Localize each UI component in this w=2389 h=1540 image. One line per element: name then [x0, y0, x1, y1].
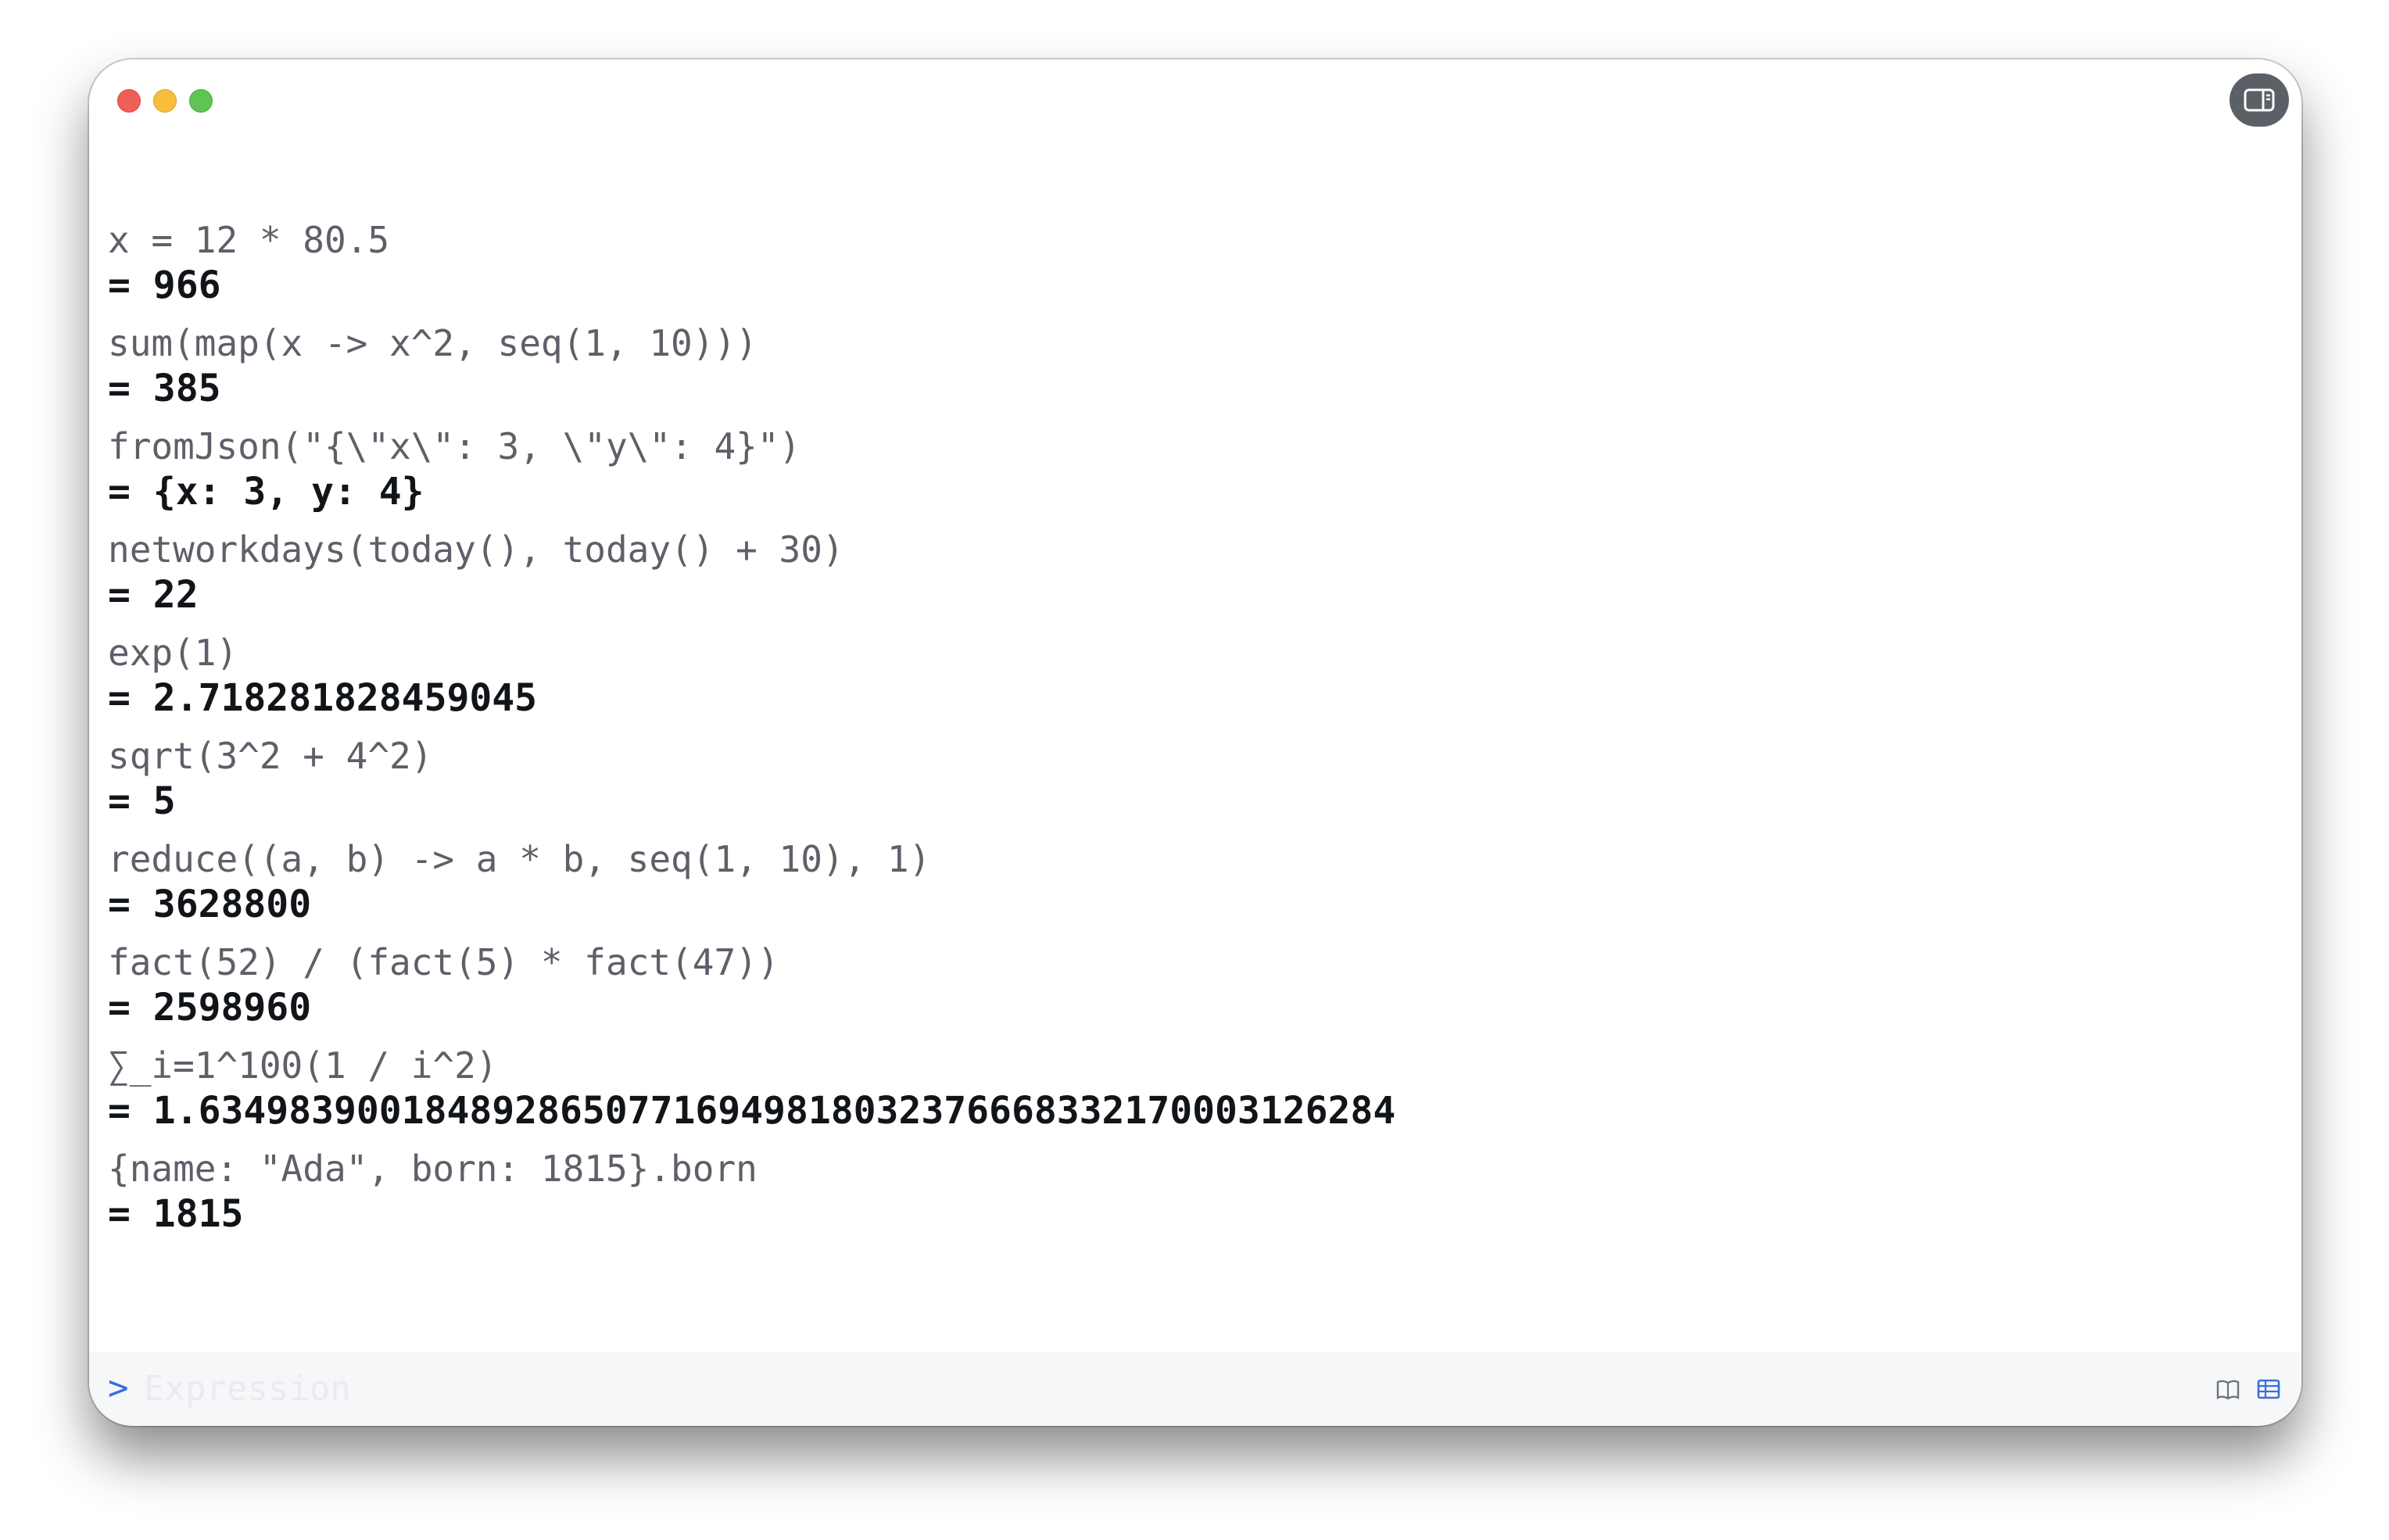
history-entry[interactable]: {name: "Ada", born: 1815}.born = 1815	[108, 1146, 2283, 1249]
expression-text: networkdays(today(), today() + 30)	[108, 528, 844, 571]
expression-text: exp(1)	[108, 632, 238, 674]
result-text: = 1.634983900184892865077169498180323766…	[108, 1089, 1396, 1133]
sidebar-icon	[2244, 88, 2275, 112]
zoom-button[interactable]	[189, 89, 213, 113]
expression-text: fact(52) / (fact(5) * fact(47))	[108, 941, 779, 983]
expression-text: {name: "Ada", born: 1815}.born	[108, 1148, 758, 1190]
title-bar	[89, 59, 2301, 145]
expression-text: fromJson("{\"x\": 3, \"y\": 4}")	[108, 425, 801, 467]
history-entry[interactable]: networkdays(today(), today() + 30) = 22	[108, 527, 2283, 630]
result-text: = 2.718281828459045	[108, 676, 538, 720]
result-text: = 385	[108, 367, 221, 410]
prompt-symbol: >	[108, 1368, 129, 1408]
minimize-button[interactable]	[153, 89, 177, 113]
result-text: = 3628800	[108, 883, 312, 926]
history-entry[interactable]: sum(map(x -> x^2, seq(1, 10))) = 385	[108, 321, 2283, 424]
result-text: = {x: 3, y: 4}	[108, 470, 424, 514]
history-entry[interactable]: sqrt(3^2 + 4^2) = 5	[108, 733, 2283, 836]
history-entry[interactable]: fromJson("{\"x\": 3, \"y\": 4}") = {x: 3…	[108, 424, 2283, 527]
history-entry[interactable]: fact(52) / (fact(5) * fact(47)) = 259896…	[108, 940, 2283, 1043]
expression-input[interactable]	[144, 1365, 2020, 1412]
result-text: = 2598960	[108, 986, 312, 1030]
expression-input-bar: >	[89, 1352, 2301, 1426]
history-entry[interactable]: exp(1) = 2.718281828459045	[108, 630, 2283, 733]
result-text: = 5	[108, 779, 176, 823]
expression-text: ∑_i=1^100(1 / i^2)	[108, 1044, 498, 1087]
history-entry[interactable]: reduce((a, b) -> a * b, seq(1, 10), 1) =…	[108, 836, 2283, 940]
result-text: = 22	[108, 573, 199, 617]
table-icon[interactable]	[2256, 1377, 2281, 1401]
history-log: x = 12 * 80.5 = 966 sum(map(x -> x^2, se…	[108, 217, 2283, 1249]
expression-text: x = 12 * 80.5	[108, 219, 390, 261]
result-text: = 1815	[108, 1192, 244, 1236]
sidebar-toggle-button[interactable]	[2230, 73, 2289, 127]
expression-text: reduce((a, b) -> a * b, seq(1, 10), 1)	[108, 838, 931, 880]
book-icon[interactable]	[2215, 1377, 2240, 1401]
close-button[interactable]	[117, 89, 141, 113]
history-entry[interactable]: ∑_i=1^100(1 / i^2) = 1.63498390018489286…	[108, 1043, 2283, 1146]
expression-text: sqrt(3^2 + 4^2)	[108, 735, 433, 777]
calculator-window: x = 12 * 80.5 = 966 sum(map(x -> x^2, se…	[89, 59, 2301, 1426]
expression-text: sum(map(x -> x^2, seq(1, 10)))	[108, 322, 758, 364]
result-text: = 966	[108, 263, 221, 307]
history-entry[interactable]: x = 12 * 80.5 = 966	[108, 217, 2283, 321]
